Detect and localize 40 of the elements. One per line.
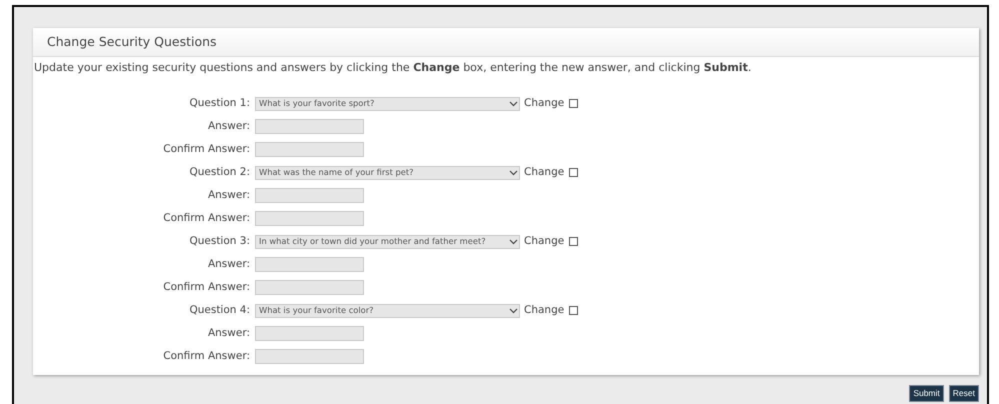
chevron-icon	[509, 170, 518, 176]
change-checkbox[interactable]	[569, 99, 578, 108]
field-label: Question 1:	[188, 96, 251, 111]
field-label: Confirm Answer:	[162, 280, 251, 295]
chevron-icon	[509, 100, 518, 106]
change-label: Change	[524, 234, 564, 249]
question-dropdown[interactable]: What was the name of your first pet?	[255, 166, 520, 180]
confirm-answer-field[interactable]	[255, 142, 364, 157]
change-checkbox[interactable]	[569, 306, 578, 315]
panel-title: Change Security Questions	[47, 32, 217, 51]
field-label: Confirm Answer:	[162, 210, 251, 226]
answer-field[interactable]	[255, 119, 364, 134]
change-checkbox[interactable]	[569, 168, 578, 177]
answer-field[interactable]	[255, 326, 364, 341]
answer-field[interactable]	[255, 257, 364, 272]
form-button[interactable]: Submit	[909, 384, 944, 402]
field-label: Question 4:	[188, 302, 251, 318]
chevron-icon	[509, 308, 518, 314]
field-label: Answer:	[206, 188, 251, 203]
field-label: Question 3:	[188, 234, 251, 249]
answer-field[interactable]	[255, 188, 364, 203]
chevron-icon	[509, 238, 518, 244]
field-label: Question 2:	[188, 164, 251, 180]
question-dropdown[interactable]: In what city or town did your mother and father meet?	[255, 234, 520, 248]
change-checkbox[interactable]	[569, 237, 578, 246]
confirm-answer-field[interactable]	[255, 211, 364, 226]
instructions-text: Update your existing security questions and answers by clicking the Change box, entering the new answer, and clicking Submit.	[33, 60, 752, 76]
field-label: Confirm Answer:	[162, 348, 251, 364]
field-label: Answer:	[206, 256, 251, 272]
question-dropdown[interactable]: What is your favorite sport?	[255, 96, 520, 110]
question-dropdown[interactable]: What is your favorite color?	[255, 304, 520, 318]
form-button[interactable]: Reset	[948, 384, 979, 402]
confirm-answer-field[interactable]	[255, 280, 364, 295]
confirm-answer-field[interactable]	[255, 349, 364, 364]
change-label: Change	[524, 164, 564, 180]
change-label: Change	[524, 302, 564, 318]
field-label: Answer:	[206, 118, 251, 134]
field-label: Answer:	[206, 326, 251, 341]
change-label: Change	[524, 96, 564, 111]
field-label: Confirm Answer:	[162, 142, 251, 157]
